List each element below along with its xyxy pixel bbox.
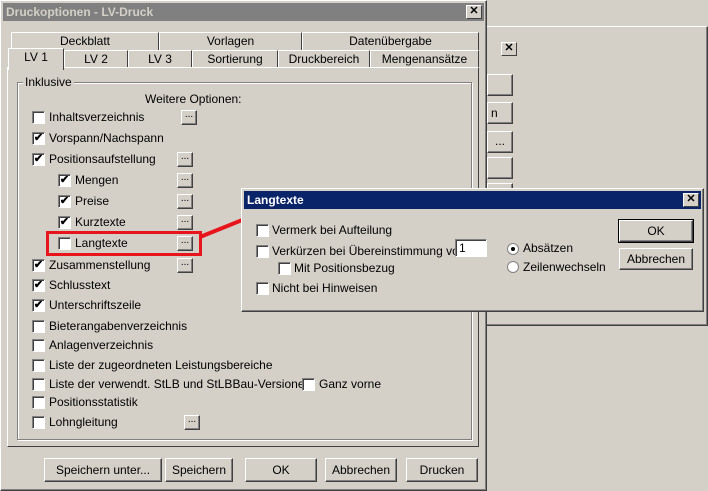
dialog-cancel-button[interactable]: Abbrechen xyxy=(619,248,693,270)
verkuerzen-input[interactable]: 1 xyxy=(455,239,487,257)
nicht-hinweisen-checkbox[interactable] xyxy=(256,282,269,295)
verkuerzen-label: Verkürzen bei Übereinstimmung von xyxy=(272,244,466,258)
verkuerzen-checkbox[interactable] xyxy=(256,245,269,258)
vermerk-checkbox[interactable] xyxy=(256,224,269,237)
vermerk-label: Vermerk bei Aufteilung xyxy=(272,223,393,237)
zeilenwechseln-label: Zeilenwechseln xyxy=(523,260,606,274)
langtexte-dialog: Langtexte ✕ Vermerk bei Aufteilung Verkü… xyxy=(241,188,704,312)
absaetzen-label: Absätzen xyxy=(523,241,574,255)
tab-lv1[interactable]: LV 1 xyxy=(8,48,64,70)
nicht-hinweisen-label: Nicht bei Hinweisen xyxy=(272,281,378,295)
absaetzen-radio[interactable] xyxy=(507,243,519,255)
mit-positionsbezug-checkbox[interactable] xyxy=(278,262,291,275)
mit-positionsbezug-label: Mit Positionsbezug xyxy=(294,261,395,275)
dialog-title: Langtexte xyxy=(247,193,304,207)
zeilenwechseln-radio[interactable] xyxy=(507,261,519,273)
dialog-close-button[interactable]: ✕ xyxy=(683,193,699,207)
dialog-titlebar: Langtexte xyxy=(244,191,701,209)
dialog-ok-button[interactable]: OK xyxy=(618,219,694,243)
